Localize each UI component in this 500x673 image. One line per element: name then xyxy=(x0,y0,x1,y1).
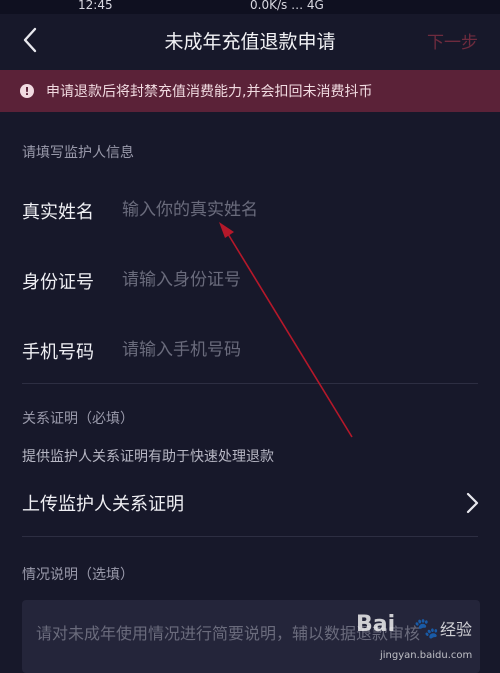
watermark-brand: Bai xyxy=(356,612,396,637)
annotation-arrow-head xyxy=(219,222,234,238)
annotation-arrow-line xyxy=(227,233,353,438)
watermark-brand-cn: 经验 xyxy=(440,620,473,639)
annotation-arrow xyxy=(219,222,353,438)
paw-icon: 🐾 xyxy=(414,616,439,640)
watermark: Bai 🐾 经验 jingyan.baidu.com xyxy=(356,612,496,672)
watermark-url: jingyan.baidu.com xyxy=(380,650,473,661)
